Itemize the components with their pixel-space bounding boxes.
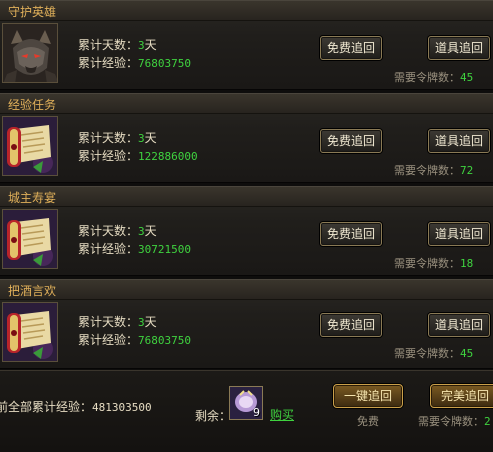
tokens-needed: 需要令牌数：45 [394,347,474,360]
task-title: 经验任务 [8,98,57,112]
task-panel-lord-banquet: 城主寿宴 累计天数：3天 累计经验：30721500 免费追回 道具追回 需要令… [0,186,493,276]
perfect-recall-button[interactable]: 完美追回 [430,384,493,408]
total-exp: 前全部累计经验：481303500 [0,400,152,414]
exp-row: 累计经验：122886000 [78,149,198,163]
item-recall-button[interactable]: 道具追回 [428,36,490,60]
scroll-icon [2,209,58,269]
tokens-value: 45 [460,347,474,360]
task-panel-exp-task: 经验任务 累计天数：3天 累计经验：122886000 免费追回 道具追回 需要… [0,93,493,183]
tokens-needed: 需要令牌数：45 [394,71,474,84]
day-unit: 天 [144,131,157,145]
item-recall-button[interactable]: 道具追回 [428,313,490,337]
exp-row: 累计经验：76803750 [78,56,191,70]
task-title: 把酒言欢 [8,284,57,298]
free-recall-button[interactable]: 免费追回 [320,222,382,246]
guardian-hero-portrait-icon [2,23,58,83]
days-value: 3 [138,132,145,145]
tokens-value: 18 [460,257,474,270]
scroll-icon [2,116,58,176]
tokens-needed: 需要令牌数：18 [394,257,474,270]
tokens-value: 72 [460,164,474,177]
free-recall-button[interactable]: 免费追回 [320,36,382,60]
task-panel-guardian-hero: 守护英雄 累计天数：3天 累计经验：76803750 免费追回 道具追回 需要令… [0,0,493,90]
day-unit: 天 [144,224,157,238]
scroll-icon [2,302,58,362]
task-header: 把酒言欢 [0,280,493,300]
recall-item-slot[interactable]: 9 [229,386,263,420]
task-header: 守护英雄 [0,1,493,21]
days-row: 累计天数：3天 [78,224,157,238]
task-panel-toast-drinks: 把酒言欢 累计天数：3天 累计经验：76803750 免费追回 道具追回 需要令… [0,279,493,369]
item-count: 9 [253,406,260,419]
free-recall-button[interactable]: 免费追回 [320,129,382,153]
exp-value: 122886000 [138,150,198,163]
free-recall-button[interactable]: 免费追回 [320,313,382,337]
perfect-tokens-value: 2 [484,415,491,428]
exp-value: 30721500 [138,243,191,256]
exp-value: 76803750 [138,334,191,347]
days-row: 累计天数：3天 [78,38,157,52]
days-row: 累计天数：3天 [78,315,157,329]
days-value: 3 [138,316,145,329]
day-unit: 天 [144,38,157,52]
task-header: 城主寿宴 [0,187,493,207]
tokens-value: 45 [460,71,474,84]
days-value: 3 [138,225,145,238]
day-unit: 天 [144,315,157,329]
footer-bar: 前全部累计经验：481303500 剩余： 9 购买 一键追回 免费 完美追回 … [0,370,493,452]
total-exp-value: 481303500 [92,401,152,414]
tokens-needed: 需要令牌数：72 [394,164,474,177]
task-header: 经验任务 [0,94,493,114]
item-recall-button[interactable]: 道具追回 [428,222,490,246]
task-title: 守护英雄 [8,5,57,19]
remaining-label: 剩余： [195,409,232,423]
one-click-recall-button[interactable]: 一键追回 [333,384,403,408]
perfect-tokens-needed: 需要令牌数：2 [418,415,491,428]
exp-value: 76803750 [138,57,191,70]
item-recall-button[interactable]: 道具追回 [428,129,490,153]
buy-link[interactable]: 购买 [270,406,294,423]
days-row: 累计天数：3天 [78,131,157,145]
exp-row: 累计经验：76803750 [78,333,191,347]
days-value: 3 [138,39,145,52]
task-title: 城主寿宴 [8,191,57,205]
one-click-caption: 免费 [357,415,379,428]
exp-row: 累计经验：30721500 [78,242,191,256]
